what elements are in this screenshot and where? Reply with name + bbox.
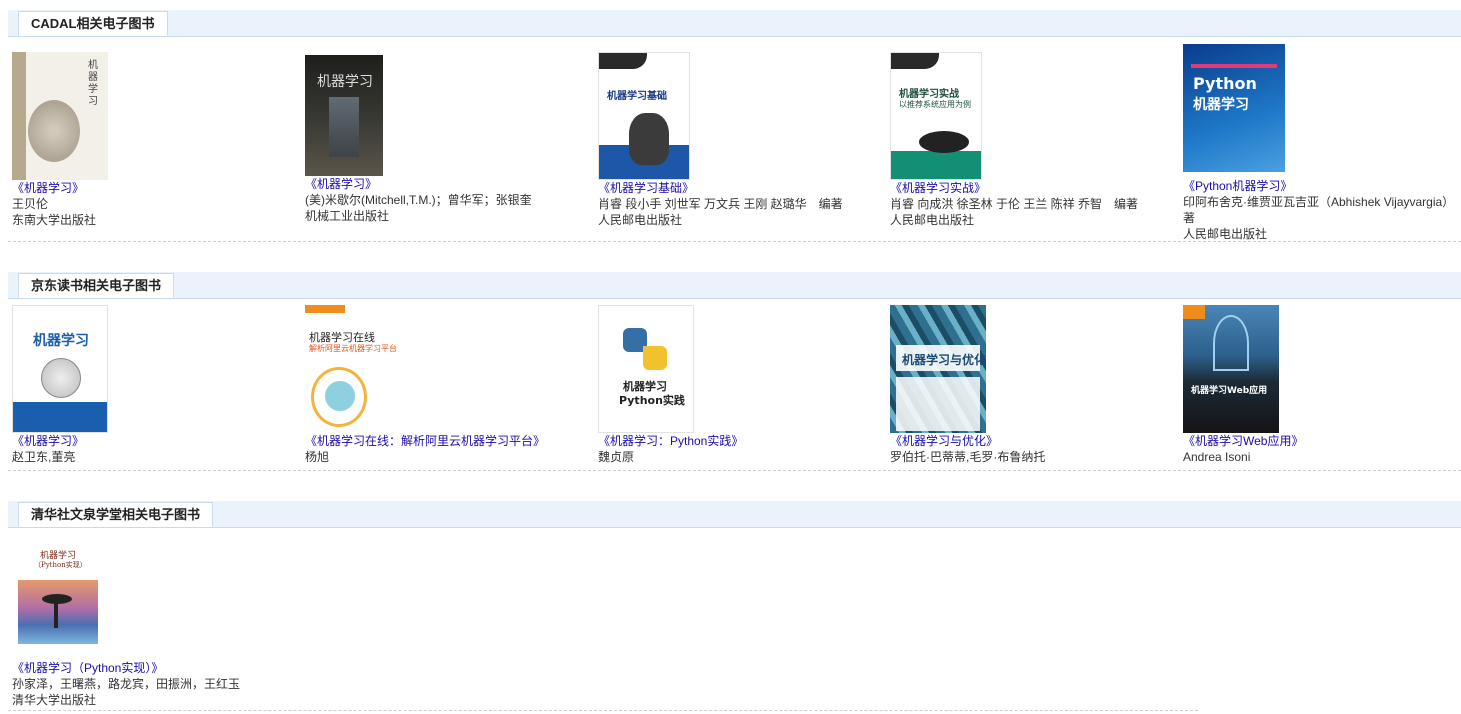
book-author: 孙家泽，王曙燕，路龙宾，田振洲，王红玉 (12, 677, 241, 691)
book-item: Python 机器学习 《Python机器学习》 印阿布舍克·维贾亚瓦吉亚（Ab… (1183, 44, 1461, 242)
book-cover[interactable]: 机器学习在线 解析阿里云机器学习平台 (305, 305, 401, 433)
book-title-link[interactable]: 《机器学习Web应用》 (1183, 433, 1461, 449)
book-item: 机器学习 Python实践 《机器学习：Python实践》 魏贞原 (598, 305, 888, 465)
section-tab-cadal[interactable]: CADAL相关电子图书 (18, 11, 168, 36)
book-author: 杨旭 (305, 450, 330, 464)
book-author: 罗伯托·巴蒂蒂,毛罗·布鲁纳托 (890, 450, 1046, 464)
section-divider (8, 241, 1461, 242)
book-title-link[interactable]: 《机器学习与优化》 (890, 433, 1180, 449)
book-cover[interactable]: 机器学习Web应用 (1183, 305, 1279, 433)
section-cadal: CADAL相关电子图书 机器学习 《机器学习》 王贝伦 东南大学出版社 机器学习… (8, 10, 1461, 243)
book-item: 机器学习 《机器学习》 (美)米歇尔(Mitchell,T.M.)；曾华军；张银… (305, 55, 595, 224)
book-title-link[interactable]: 《机器学习在线：解析阿里云机器学习平台》 (305, 433, 595, 449)
book-cover[interactable]: Python 机器学习 (1183, 44, 1285, 172)
section-header: 清华社文泉学堂相关电子图书 (8, 501, 1461, 528)
book-author: 魏贞原 (598, 450, 635, 464)
book-cover[interactable]: 机器学习 (305, 55, 383, 176)
book-title-link[interactable]: 《机器学习》 (12, 180, 302, 196)
book-publisher: 清华大学出版社 (12, 693, 97, 707)
book-cover[interactable]: 机器学习 （Python实现） (18, 528, 98, 644)
book-title-link[interactable]: 《机器学习基础》 (598, 180, 888, 196)
book-cover[interactable]: 机器学习 (12, 305, 108, 433)
book-author: 赵卫东,董亮 (12, 450, 76, 464)
book-item: 机器学习与优化 《机器学习与优化》 罗伯托·巴蒂蒂,毛罗·布鲁纳托 (890, 305, 1180, 465)
book-item: 机器学习 《机器学习》 赵卫东,董亮 (12, 305, 302, 465)
book-author: (美)米歇尔(Mitchell,T.M.)；曾华军；张银奎 (305, 193, 532, 207)
book-item: 机器学习Web应用 《机器学习Web应用》 Andrea Isoni (1183, 305, 1461, 465)
section-header: 京东读书相关电子图书 (8, 272, 1461, 299)
book-title-link[interactable]: 《机器学习》 (12, 433, 302, 449)
book-publisher: 人民邮电出版社 (598, 213, 683, 227)
book-item: 机器学习 《机器学习》 王贝伦 东南大学出版社 (12, 52, 302, 228)
book-title-link[interactable]: 《Python机器学习》 (1183, 178, 1461, 194)
section-jd: 京东读书相关电子图书 机器学习 《机器学习》 赵卫东,董亮 机器学习在线 解析阿… (8, 272, 1461, 472)
book-author: 王贝伦 (12, 197, 49, 211)
book-author: 肖睿 向成洪 徐圣林 于伦 王兰 陈祥 乔智 编著 (890, 197, 1139, 211)
section-header: CADAL相关电子图书 (8, 10, 1461, 37)
book-cover[interactable]: 机器学习 Python实践 (598, 305, 694, 433)
book-cover[interactable]: 机器学习实战 以推荐系统应用为例 (890, 52, 982, 180)
book-title-link[interactable]: 《机器学习：Python实践》 (598, 433, 888, 449)
book-publisher: 人民邮电出版社 (1183, 227, 1268, 241)
book-title-link[interactable]: 《机器学习》 (305, 176, 595, 192)
book-cover[interactable]: 机器学习基础 (598, 52, 690, 180)
book-author: 肖睿 段小手 刘世军 万文兵 王刚 赵璐华 编著 (598, 197, 843, 211)
book-cover[interactable]: 机器学习 (12, 52, 108, 180)
book-cover[interactable]: 机器学习与优化 (890, 305, 986, 433)
book-item: 机器学习在线 解析阿里云机器学习平台 《机器学习在线：解析阿里云机器学习平台》 … (305, 305, 595, 465)
section-tab-jd[interactable]: 京东读书相关电子图书 (18, 273, 175, 298)
section-tsinghua: 清华社文泉学堂相关电子图书 机器学习 （Python实现） 《机器学习（Pyth… (8, 501, 1461, 713)
section-tab-tsinghua[interactable]: 清华社文泉学堂相关电子图书 (18, 502, 214, 527)
book-publisher: 人民邮电出版社 (890, 213, 975, 227)
book-publisher: 东南大学出版社 (12, 213, 97, 227)
book-title-link[interactable]: 《机器学习实战》 (890, 180, 1180, 196)
section-divider (8, 710, 1198, 711)
book-publisher: 机械工业出版社 (305, 209, 390, 223)
book-item: 机器学习基础 《机器学习基础》 肖睿 段小手 刘世军 万文兵 王刚 赵璐华 编著… (598, 52, 888, 228)
book-item: 机器学习实战 以推荐系统应用为例 《机器学习实战》 肖睿 向成洪 徐圣林 于伦 … (890, 52, 1180, 228)
book-author: 印阿布舍克·维贾亚瓦吉亚（Abhishek Vijayvargia）著 (1183, 195, 1455, 225)
book-author: Andrea Isoni (1183, 450, 1251, 464)
book-item: 机器学习 （Python实现） 《机器学习（Python实现）》 孙家泽，王曙燕… (12, 528, 302, 708)
section-divider (8, 470, 1461, 471)
book-title-link[interactable]: 《机器学习（Python实现）》 (12, 660, 302, 676)
